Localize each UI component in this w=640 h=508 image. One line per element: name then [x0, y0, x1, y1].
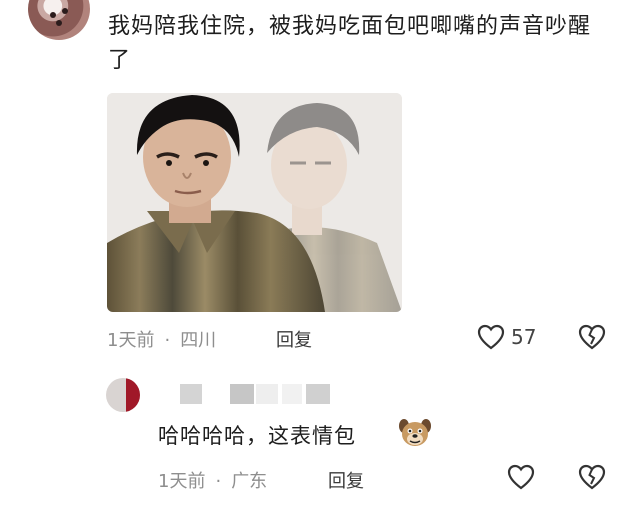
reply-meta: 1天前 · 广东 [158, 471, 268, 492]
reply-text: 哈哈哈哈，这表情包 [158, 424, 356, 448]
like-count: 57 [511, 325, 537, 349]
meme-illustration [107, 93, 402, 312]
comment-text: 我妈陪我住院，被我妈吃面包吧唧嘴的声音吵醒了 [108, 14, 592, 73]
reply-time: 1天前 [158, 471, 206, 492]
reply-reply-button[interactable]: 回复 [328, 467, 364, 493]
dislike-icon[interactable] [578, 324, 606, 350]
like-icon[interactable] [477, 324, 505, 350]
dog-emoji-icon [399, 419, 431, 446]
comment-time: 1天前 [107, 330, 155, 351]
comment-reply-button[interactable]: 回复 [276, 326, 312, 352]
comment-meta: 1天前 · 四川 [107, 330, 217, 351]
reply-location: 广东 [231, 471, 268, 492]
reply-dislike-icon[interactable] [578, 464, 606, 490]
reply-like-icon[interactable] [507, 464, 535, 490]
comment-image[interactable] [107, 93, 402, 312]
reply-username-mosaic-4 [282, 384, 302, 404]
reply-avatar[interactable] [106, 378, 140, 412]
reply-username-mosaic-2 [230, 384, 254, 404]
commenter-avatar[interactable] [28, 0, 90, 40]
reply-username-mosaic-3 [256, 384, 278, 404]
reply-username-mosaic[interactable] [180, 384, 202, 404]
reply-username-mosaic-5 [306, 384, 330, 404]
comment-location: 四川 [180, 330, 217, 351]
